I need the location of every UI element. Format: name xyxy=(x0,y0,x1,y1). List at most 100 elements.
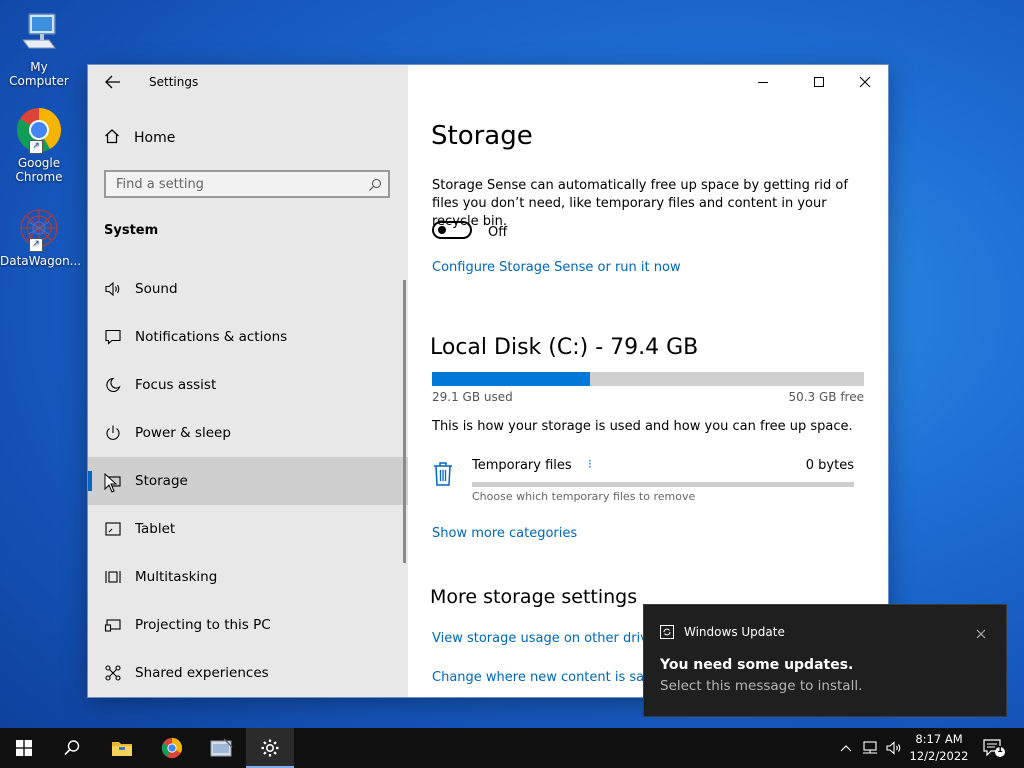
taskbar-clock[interactable]: 8:17 AM 12/2/2022 xyxy=(906,731,972,765)
more-storage-settings-heading: More storage settings xyxy=(430,586,638,608)
sidebar-item-shared-experiences[interactable]: Shared experiences xyxy=(88,649,408,697)
sidebar-item-label: Sound xyxy=(135,281,178,297)
minimize-icon xyxy=(758,82,768,83)
settings-window: Settings Home System Sound xyxy=(88,65,888,697)
title-bar: Settings xyxy=(88,65,408,99)
shared-icon xyxy=(103,663,123,683)
maximize-button[interactable] xyxy=(804,71,834,93)
sidebar-item-projecting[interactable]: Projecting to this PC xyxy=(88,601,408,649)
start-button[interactable] xyxy=(0,728,48,768)
sidebar-item-label: Multitasking xyxy=(135,569,218,585)
shortcut-arrow-icon: ↗ xyxy=(29,140,43,154)
close-button[interactable] xyxy=(850,71,880,93)
back-arrow-icon[interactable] xyxy=(104,73,122,91)
sidebar-nav: Sound Notifications & actions Focus assi… xyxy=(88,265,408,697)
search-icon[interactable] xyxy=(368,177,382,196)
search-taskbar-button[interactable] xyxy=(48,728,96,768)
folder-icon xyxy=(112,742,132,756)
projecting-icon xyxy=(103,615,123,635)
disk-used-label: 29.1 GB used xyxy=(432,390,513,404)
multitasking-icon xyxy=(103,567,123,587)
desktop-icon-my-computer[interactable]: My Computer xyxy=(0,10,78,88)
network-icon[interactable] xyxy=(862,740,880,760)
close-icon xyxy=(859,76,871,88)
toast-title: You need some updates. xyxy=(660,657,854,673)
home-nav-item[interactable]: Home xyxy=(104,127,175,149)
sidebar-item-label: Storage xyxy=(135,473,188,489)
category-usage-bar xyxy=(472,482,854,487)
settings-sidebar: Settings Home System Sound xyxy=(88,65,408,697)
search-box xyxy=(104,170,390,198)
desktop-icon-label: Google Chrome xyxy=(15,156,63,184)
sidebar-item-sound[interactable]: Sound xyxy=(88,265,408,313)
minimize-button[interactable] xyxy=(748,71,778,93)
sidebar-item-label: Focus assist xyxy=(135,377,217,393)
category-name: Temporary files xyxy=(472,458,572,473)
configure-storage-sense-link[interactable]: Configure Storage Sense or run it now xyxy=(432,260,681,275)
settings-taskbar-button[interactable] xyxy=(246,728,294,768)
sidebar-item-tablet[interactable]: Tablet xyxy=(88,505,408,553)
disk-usage-fill xyxy=(432,372,591,386)
moon-icon xyxy=(103,375,123,395)
tablet-icon xyxy=(103,519,123,539)
toast-message: Select this message to install. xyxy=(660,678,863,694)
chevron-up-icon[interactable] xyxy=(840,740,852,759)
disk-info-text: This is how your storage is used and how… xyxy=(432,419,853,434)
show-more-categories-link[interactable]: Show more categories xyxy=(432,526,577,541)
search-icon xyxy=(64,740,80,756)
clock-date: 12/2/2022 xyxy=(909,749,969,763)
app-taskbar-button[interactable] xyxy=(198,728,246,768)
taskbar: 8:17 AM 12/2/2022 1 xyxy=(0,728,1024,768)
desktop-icon-label: My Computer xyxy=(9,60,69,88)
desktop-icon-google-chrome[interactable]: ↗ Google Chrome xyxy=(0,106,78,184)
chrome-icon xyxy=(161,737,183,759)
notification-icon xyxy=(103,327,123,347)
sidebar-item-multitasking[interactable]: Multitasking xyxy=(88,553,408,601)
windows-update-icon xyxy=(660,624,674,643)
speaker-icon xyxy=(103,279,123,299)
file-explorer-button[interactable] xyxy=(98,728,146,768)
change-save-location-link[interactable]: Change where new content is saved xyxy=(432,670,668,685)
toast-close-icon[interactable] xyxy=(976,624,986,643)
datawagon-icon: ↗ xyxy=(15,204,63,252)
mouse-cursor-icon xyxy=(104,472,118,497)
volume-icon[interactable] xyxy=(886,740,902,760)
section-heading: System xyxy=(104,223,159,238)
sidebar-scrollbar[interactable] xyxy=(403,280,406,563)
sidebar-item-label: Tablet xyxy=(135,521,176,537)
notification-count-badge: 1 xyxy=(997,745,1003,754)
sidebar-item-notifications[interactable]: Notifications & actions xyxy=(88,313,408,361)
maximize-icon xyxy=(814,77,824,87)
page-title: Storage xyxy=(431,121,533,151)
desktop-icon-label: DataWagon... xyxy=(0,254,82,268)
computer-icon xyxy=(15,10,63,58)
shortcut-arrow-icon: ↗ xyxy=(29,238,43,252)
category-subtitle: Choose which temporary files to remove xyxy=(472,490,696,503)
sidebar-item-label: Power & sleep xyxy=(135,425,231,441)
window-title: Settings xyxy=(149,75,199,89)
chrome-icon: ↗ xyxy=(15,106,63,154)
clock-time: 8:17 AM xyxy=(915,732,963,746)
disk-title: Local Disk (C:) - 79.4 GB xyxy=(430,335,699,360)
home-icon xyxy=(104,128,134,148)
sidebar-item-label: Notifications & actions xyxy=(135,329,288,345)
chrome-taskbar-button[interactable] xyxy=(148,728,196,768)
sidebar-item-power-sleep[interactable]: Power & sleep xyxy=(88,409,408,457)
windows-update-toast[interactable]: Windows Update You need some updates. Se… xyxy=(644,605,1006,716)
desktop-icon-datawagon[interactable]: ↗ DataWagon... xyxy=(0,204,82,268)
sidebar-item-focus-assist[interactable]: Focus assist xyxy=(88,361,408,409)
action-center-button[interactable]: 1 xyxy=(982,738,1006,762)
search-input[interactable] xyxy=(106,172,366,196)
loading-spinner-icon: ⁝ xyxy=(588,457,592,471)
storage-sense-description: Storage Sense can automatically free up … xyxy=(432,178,848,229)
storage-sense-toggle[interactable] xyxy=(432,221,472,239)
sidebar-item-label: Projecting to this PC xyxy=(135,617,271,633)
category-size: 0 bytes xyxy=(805,458,854,473)
disk-usage-bar xyxy=(432,372,864,386)
view-storage-usage-link[interactable]: View storage usage on other drives xyxy=(432,631,663,646)
sidebar-item-label: Shared experiences xyxy=(135,665,269,681)
home-label: Home xyxy=(134,130,176,146)
power-icon xyxy=(103,423,123,443)
sidebar-item-storage[interactable]: Storage xyxy=(88,457,408,505)
toggle-state-label: Off xyxy=(488,225,508,240)
